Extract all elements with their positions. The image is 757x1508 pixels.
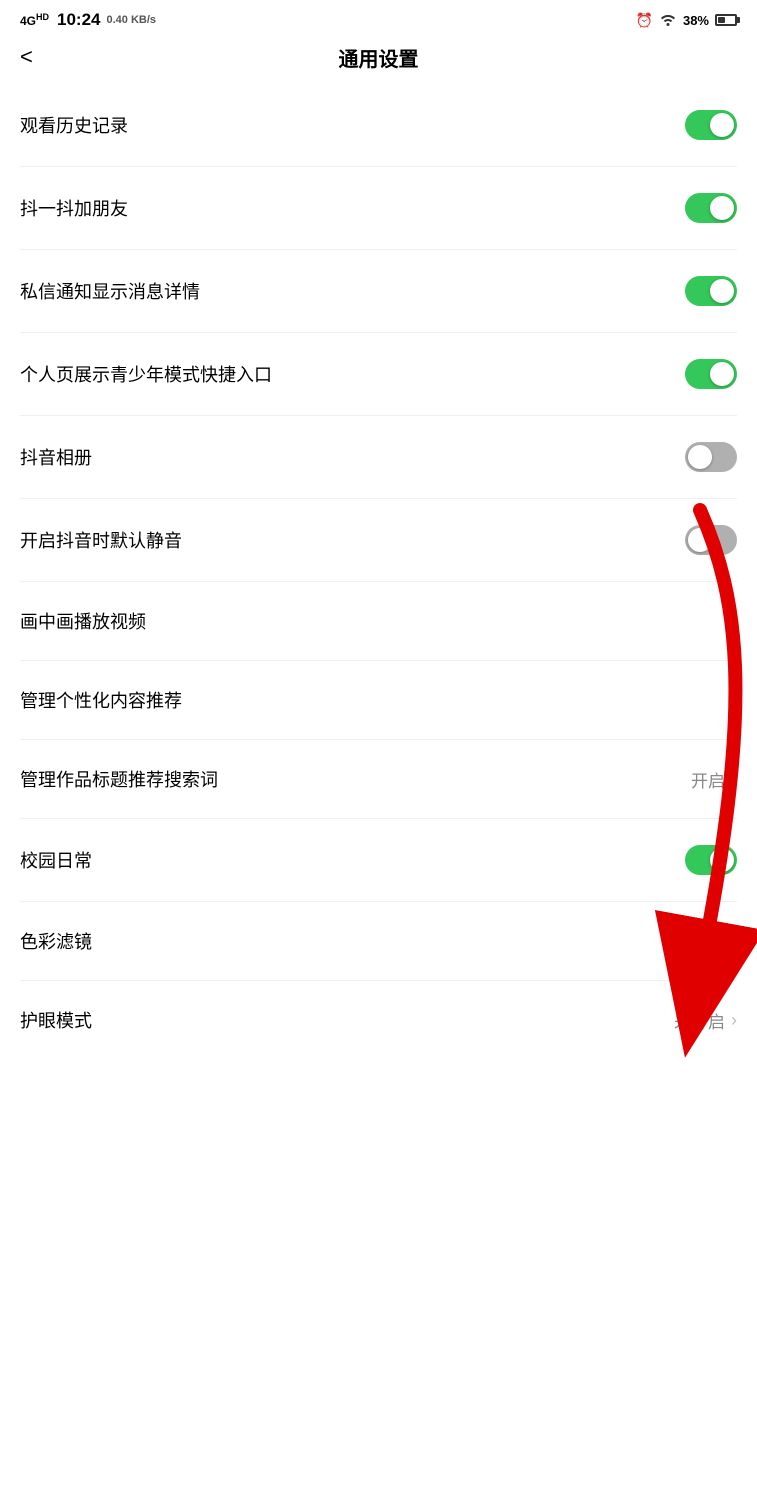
toggle-shake-add-friend[interactable] — [685, 193, 737, 223]
setting-control-shake-add-friend[interactable] — [685, 193, 737, 223]
time-display: 10:24 — [57, 10, 100, 30]
setting-label-youth-mode-shortcut: 个人页展示青少年模式快捷入口 — [20, 361, 272, 387]
toggle-default-mute[interactable] — [685, 525, 737, 555]
setting-control-campus-daily[interactable] — [685, 845, 737, 875]
toggle-watch-history[interactable] — [685, 110, 737, 140]
setting-label-default-mute: 开启抖音时默认静音 — [20, 527, 182, 553]
page-title: 通用设置 — [339, 43, 419, 72]
chevron-icon-color-filter: › — [731, 931, 737, 952]
network-indicator: 4GHD — [20, 12, 49, 28]
back-button[interactable]: < — [20, 46, 33, 68]
toggle-campus-daily[interactable] — [685, 845, 737, 875]
setting-label-private-msg-notify: 私信通知显示消息详情 — [20, 278, 200, 304]
setting-control-youth-mode-shortcut[interactable] — [685, 359, 737, 389]
setting-label-eye-care: 护眼模式 — [20, 1007, 92, 1033]
status-text-color-filter: 未开启 — [674, 929, 725, 954]
setting-control-color-filter[interactable]: 未开启 › — [674, 929, 737, 954]
setting-item-youth-mode-shortcut: 个人页展示青少年模式快捷入口 — [20, 333, 737, 416]
status-text-eye-care: 未开启 — [674, 1008, 725, 1033]
setting-item-color-filter[interactable]: 色彩滤镜 未开启 › — [20, 902, 737, 981]
wifi-icon — [659, 12, 677, 29]
setting-label-pip-video: 画中画播放视频 — [20, 608, 146, 634]
battery-display: 38% — [683, 13, 709, 28]
toggle-douyin-album[interactable] — [685, 442, 737, 472]
page-header: < 通用设置 — [0, 36, 757, 84]
setting-control-default-mute[interactable] — [685, 525, 737, 555]
settings-list: 观看历史记录 抖一抖加朋友 私信通知显示消息详情 — [0, 84, 757, 1059]
toggle-private-msg-notify[interactable] — [685, 276, 737, 306]
setting-item-default-mute: 开启抖音时默认静音 — [20, 499, 737, 582]
setting-label-manage-personalized: 管理个性化内容推荐 — [20, 687, 182, 713]
chevron-icon-eye-care: › — [731, 1010, 737, 1031]
status-right: ⏰ 38% — [636, 12, 737, 29]
status-left: 4GHD 10:24 0.40 KB/s — [20, 10, 156, 30]
setting-item-campus-daily: 校园日常 — [20, 819, 737, 902]
setting-label-shake-add-friend: 抖一抖加朋友 — [20, 195, 128, 221]
setting-label-manage-title-search: 管理作品标题推荐搜索词 — [20, 766, 218, 792]
setting-control-manage-title-search[interactable]: 开启 › — [691, 767, 737, 792]
setting-item-eye-care[interactable]: 护眼模式 未开启 › — [20, 981, 737, 1059]
setting-item-private-msg-notify: 私信通知显示消息详情 — [20, 250, 737, 333]
status-text-manage-title-search: 开启 — [691, 767, 725, 792]
battery-icon — [715, 14, 737, 26]
setting-control-eye-care[interactable]: 未开启 › — [674, 1008, 737, 1033]
setting-control-manage-personalized[interactable]: › — [731, 690, 737, 711]
setting-label-color-filter: 色彩滤镜 — [20, 928, 92, 954]
setting-control-watch-history[interactable] — [685, 110, 737, 140]
chevron-icon-pip-video: › — [731, 611, 737, 632]
setting-item-shake-add-friend: 抖一抖加朋友 — [20, 167, 737, 250]
setting-item-douyin-album: 抖音相册 — [20, 416, 737, 499]
setting-label-douyin-album: 抖音相册 — [20, 444, 92, 470]
chevron-icon-manage-title-search: › — [731, 769, 737, 790]
setting-item-pip-video[interactable]: 画中画播放视频 › — [20, 582, 737, 661]
setting-control-douyin-album[interactable] — [685, 442, 737, 472]
chevron-icon-manage-personalized: › — [731, 690, 737, 711]
alarm-icon: ⏰ — [636, 12, 653, 29]
setting-label-watch-history: 观看历史记录 — [20, 112, 128, 138]
speed-display: 0.40 KB/s — [107, 14, 157, 26]
setting-item-watch-history: 观看历史记录 — [20, 84, 737, 167]
setting-item-manage-personalized[interactable]: 管理个性化内容推荐 › — [20, 661, 737, 740]
setting-label-campus-daily: 校园日常 — [20, 847, 92, 873]
setting-item-manage-title-search[interactable]: 管理作品标题推荐搜索词 开启 › — [20, 740, 737, 819]
setting-control-private-msg-notify[interactable] — [685, 276, 737, 306]
setting-control-pip-video[interactable]: › — [731, 611, 737, 632]
toggle-youth-mode-shortcut[interactable] — [685, 359, 737, 389]
status-bar: 4GHD 10:24 0.40 KB/s ⏰ 38% — [0, 0, 757, 36]
